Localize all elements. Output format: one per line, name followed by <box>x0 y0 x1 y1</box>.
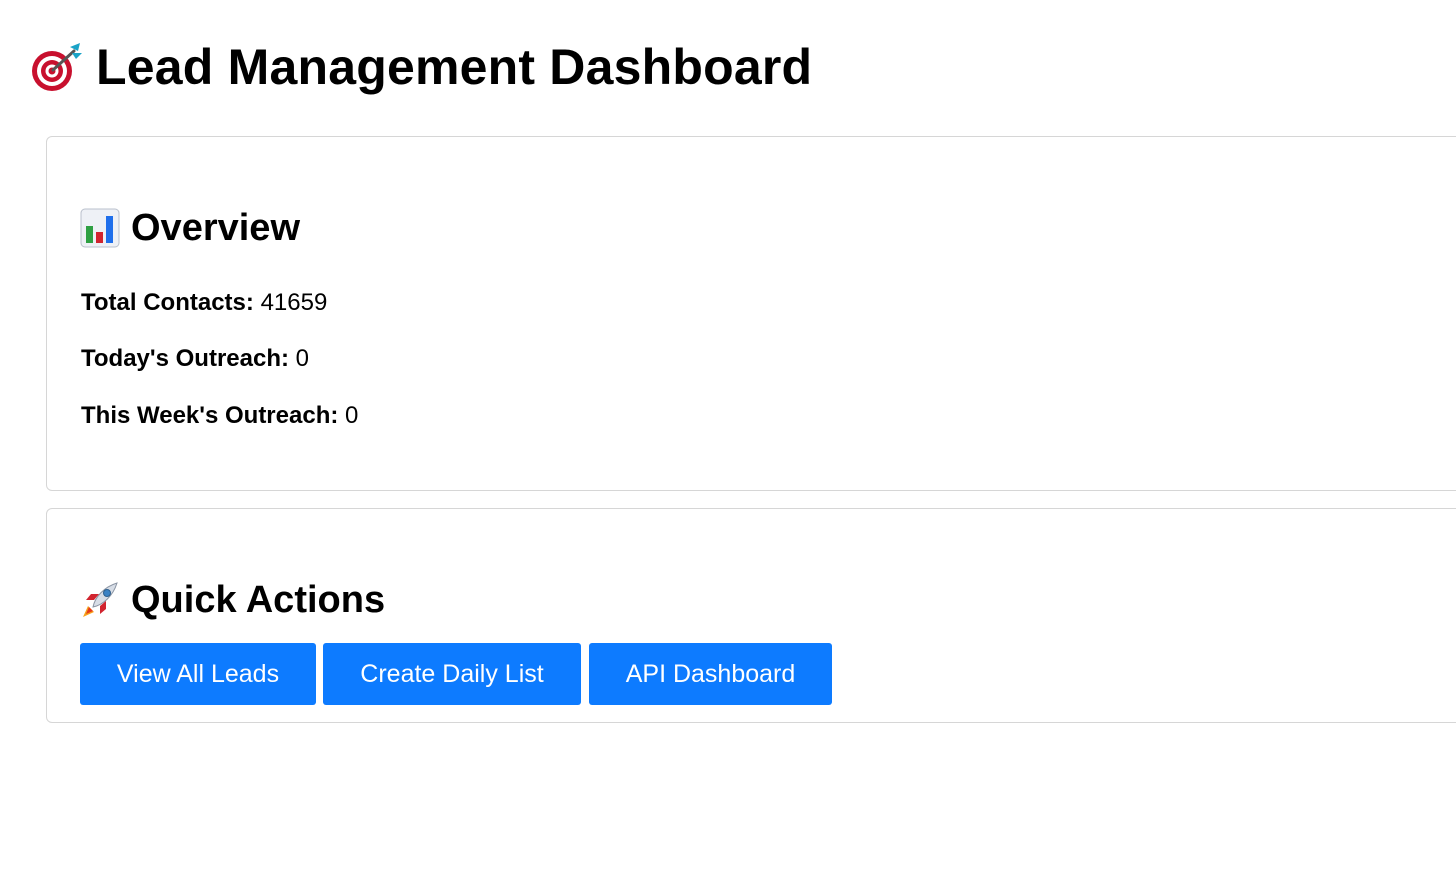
quick-actions-card: Quick Actions View All Leads Create Dail… <box>46 508 1456 723</box>
stat-value: 41659 <box>260 289 328 316</box>
api-dashboard-button[interactable]: API Dashboard <box>589 643 832 705</box>
target-dart-icon <box>28 39 84 95</box>
stat-label: Today's Outreach: <box>81 345 289 372</box>
overview-card: Overview Total Contacts: 41659 Today's O… <box>46 136 1456 491</box>
stat-label: This Week's Outreach: <box>81 402 339 429</box>
stat-weeks-outreach: This Week's Outreach: 0 <box>81 401 358 431</box>
page-title: Lead Management Dashboard <box>96 39 813 95</box>
stat-total-contacts: Total Contacts: 41659 <box>81 288 327 318</box>
stat-value: 0 <box>295 345 310 372</box>
create-daily-list-button[interactable]: Create Daily List <box>323 643 581 705</box>
view-all-leads-button[interactable]: View All Leads <box>80 643 316 705</box>
stat-todays-outreach: Today's Outreach: 0 <box>81 344 309 374</box>
quick-actions-title: Quick Actions <box>131 578 386 621</box>
stat-value: 0 <box>345 402 359 429</box>
overview-heading: Overview <box>80 203 300 253</box>
stat-label: Total Contacts: <box>81 289 254 316</box>
page-header: Lead Management Dashboard <box>28 36 812 98</box>
bar-chart-icon <box>80 208 120 248</box>
quick-actions-buttons: View All Leads Create Daily List API Das… <box>80 643 839 705</box>
rocket-icon <box>80 580 120 620</box>
quick-actions-heading: Quick Actions <box>80 575 385 625</box>
overview-title: Overview <box>131 206 300 249</box>
